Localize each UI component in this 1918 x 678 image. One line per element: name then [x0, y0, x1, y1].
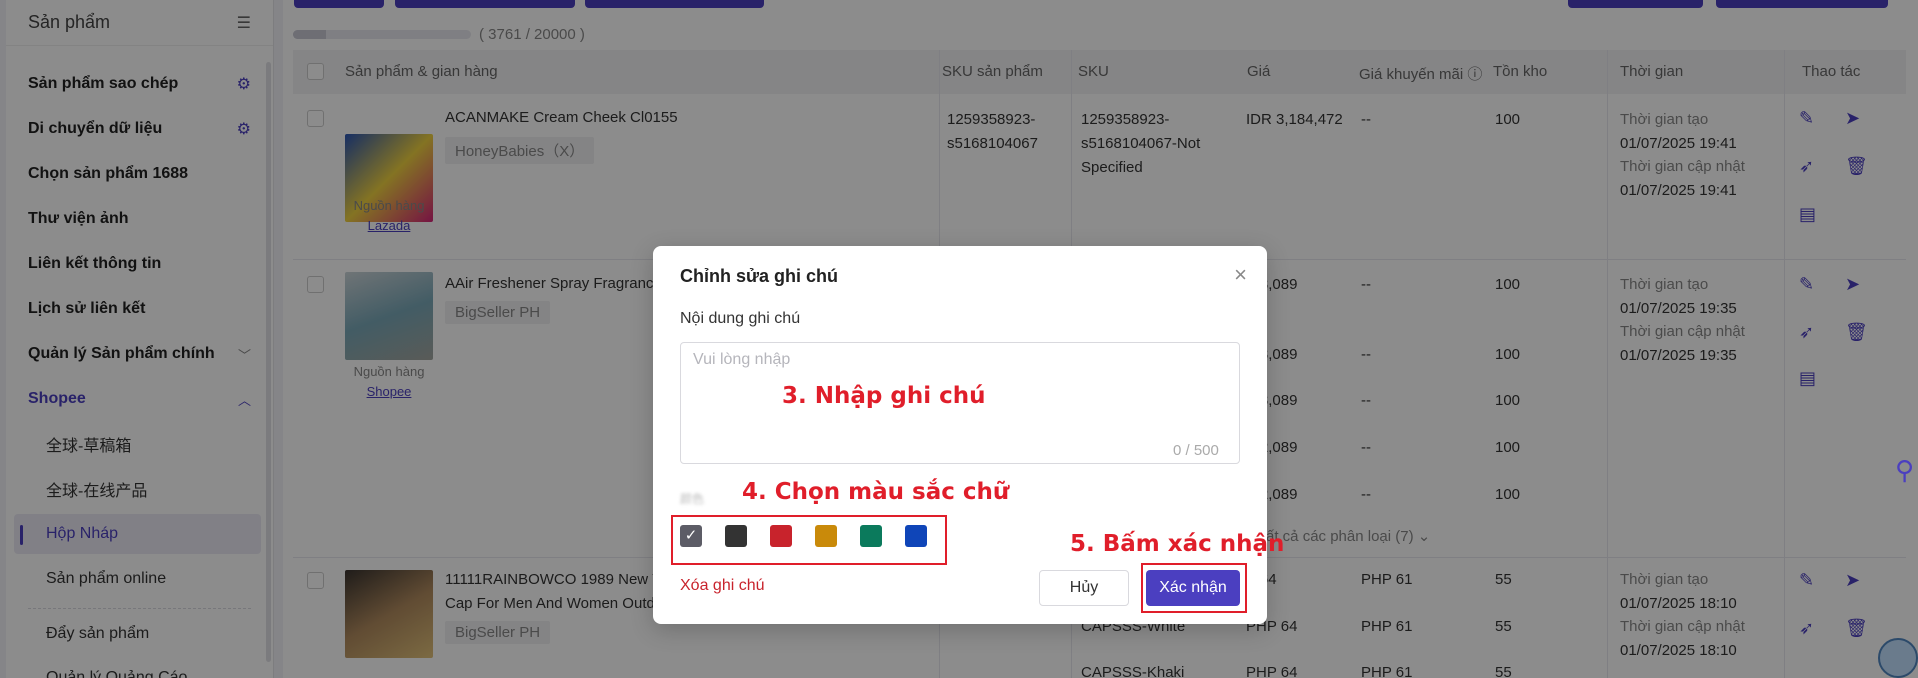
support-avatar[interactable] [1878, 638, 1918, 678]
close-icon[interactable]: × [1234, 262, 1247, 288]
annotation-step-3: 3. Nhập ghi chú [782, 383, 986, 409]
color-label: 颜色 [680, 492, 705, 506]
delete-note-link[interactable]: Xóa ghi chú [680, 577, 765, 595]
annotation-step-5: 5. Bấm xác nhận [1070, 531, 1285, 557]
note-content-label: Nội dung ghi chú [680, 310, 801, 327]
cancel-button[interactable]: Hủy [1039, 570, 1129, 606]
annotation-box-confirm [1141, 563, 1247, 613]
character-counter: 0 / 500 [1173, 442, 1219, 459]
modal-title: Chỉnh sửa ghi chú [680, 266, 839, 286]
search-icon[interactable]: ⚲ [1895, 455, 1914, 486]
annotation-box-colors [671, 515, 947, 565]
annotation-step-4: 4. Chọn màu sắc chữ [742, 479, 1010, 505]
